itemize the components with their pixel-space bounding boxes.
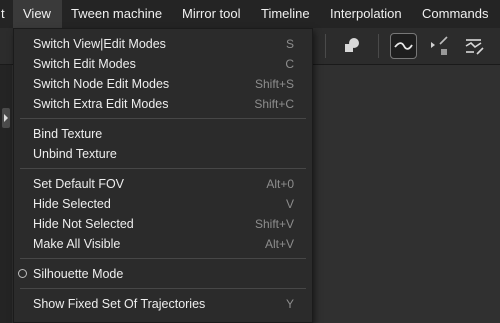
menu-item-shortcut: Shift+S xyxy=(254,77,294,91)
menu-item-switch-edit-modes[interactable]: Switch Edit Modes C xyxy=(14,54,312,74)
menu-item-label: Switch Extra Edit Modes xyxy=(33,97,169,111)
menu-mirror-tool[interactable]: Mirror tool xyxy=(182,0,241,28)
trajectory-icon[interactable] xyxy=(462,34,486,58)
menu-item-shortcut: Alt+V xyxy=(264,237,294,251)
menu-separator xyxy=(20,118,306,119)
menu-item-label: Show Fixed Set Of Trajectories xyxy=(33,297,206,311)
menu-item-shortcut: C xyxy=(285,57,294,71)
menu-item-label: Switch Edit Modes xyxy=(33,57,136,71)
menu-view[interactable]: View xyxy=(13,0,62,28)
menu-commands[interactable]: Commands xyxy=(422,0,488,28)
select-key-icon[interactable] xyxy=(428,34,452,58)
menu-item-label: Hide Not Selected xyxy=(33,217,134,231)
menu-item-switch-view-edit-modes[interactable]: Switch View|Edit Modes S xyxy=(14,34,312,54)
menu-separator xyxy=(20,168,306,169)
expand-panel-arrow-icon[interactable] xyxy=(2,108,10,128)
menu-item-show-fixed-set-of-trajectories[interactable]: Show Fixed Set Of Trajectories Y xyxy=(14,294,312,314)
menu-item-label: Hide Selected xyxy=(33,197,111,211)
menu-separator xyxy=(20,288,306,289)
menu-item-shortcut: Shift+C xyxy=(254,97,294,111)
toolbar-separator xyxy=(325,34,326,58)
menu-tween-machine[interactable]: Tween machine xyxy=(71,0,162,28)
curve-icon[interactable] xyxy=(390,33,417,59)
view-menu-dropdown: Switch View|Edit Modes S Switch Edit Mod… xyxy=(13,28,313,323)
menu-item-shortcut: Y xyxy=(285,297,294,311)
menu-item-shortcut: V xyxy=(285,197,294,211)
menu-item-shortcut: Alt+0 xyxy=(266,177,294,191)
left-panel-strip xyxy=(0,65,12,323)
menu-item-shortcut: S xyxy=(285,37,294,51)
toolbar-separator xyxy=(378,34,379,58)
menu-item-label: Unbind Texture xyxy=(33,147,117,161)
menu-item-label: Switch Node Edit Modes xyxy=(33,77,170,91)
menu-item-set-default-fov[interactable]: Set Default FOV Alt+0 xyxy=(14,174,312,194)
radio-unchecked-icon xyxy=(18,269,27,278)
menu-item-switch-extra-edit-modes[interactable]: Switch Extra Edit Modes Shift+C xyxy=(14,94,312,114)
menu-interpolation[interactable]: Interpolation xyxy=(330,0,402,28)
menu-item-hide-not-selected[interactable]: Hide Not Selected Shift+V xyxy=(14,214,312,234)
menu-item-shortcut: Shift+V xyxy=(254,217,294,231)
menu-item-label: Make All Visible xyxy=(33,237,121,251)
menu-item-make-all-visible[interactable]: Make All Visible Alt+V xyxy=(14,234,312,254)
menu-bar: t View Tween machine Mirror tool Timelin… xyxy=(0,0,500,29)
menu-timeline[interactable]: Timeline xyxy=(261,0,310,28)
menu-item-hide-selected[interactable]: Hide Selected V xyxy=(14,194,312,214)
menu-item-label: Set Default FOV xyxy=(33,177,125,191)
menu-item-label: Silhouette Mode xyxy=(33,267,124,281)
menu-item-unbind-texture[interactable]: Unbind Texture xyxy=(14,144,312,164)
menu-item-silhouette-mode[interactable]: Silhouette Mode xyxy=(14,264,312,284)
menu-item-bind-texture[interactable]: Bind Texture xyxy=(14,124,312,144)
shape-icon[interactable] xyxy=(340,34,364,58)
menu-item-label: Switch View|Edit Modes xyxy=(33,37,166,51)
menu-item-switch-node-edit-modes[interactable]: Switch Node Edit Modes Shift+S xyxy=(14,74,312,94)
menu-item-label: Bind Texture xyxy=(33,127,103,141)
menu-separator xyxy=(20,258,306,259)
